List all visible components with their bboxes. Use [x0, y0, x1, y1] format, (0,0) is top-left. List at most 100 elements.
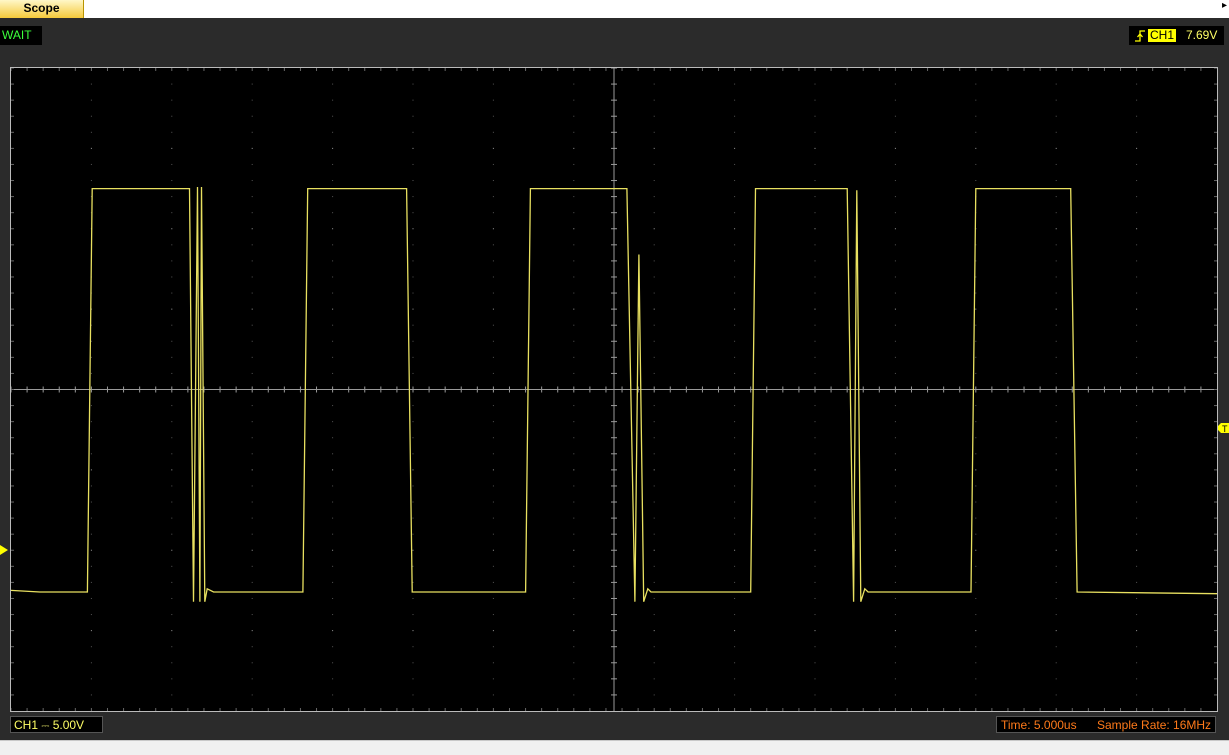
tab-strip: Scope ▸ — [0, 0, 1229, 18]
grid-dot — [171, 469, 173, 471]
grid-minor-dot — [814, 99, 816, 101]
grid-dot — [1136, 549, 1138, 551]
grid-dot — [251, 147, 253, 149]
grid-minor-dot — [734, 646, 736, 648]
grid-minor-dot — [332, 196, 334, 198]
grid-minor-dot — [573, 453, 575, 455]
grid-minor-dot — [894, 244, 896, 246]
grid-dot — [492, 549, 494, 551]
grid-minor-dot — [251, 276, 253, 278]
grid-minor-dot — [171, 485, 173, 487]
grid-minor-dot — [332, 405, 334, 407]
grid-dot — [653, 308, 655, 310]
grid-minor-dot — [894, 581, 896, 583]
channel-level-marker[interactable] — [0, 545, 8, 555]
grid-minor-dot — [653, 196, 655, 198]
grid-minor-dot — [1055, 180, 1057, 182]
grid-dot — [412, 549, 414, 551]
grid-dot — [171, 228, 173, 230]
grid-minor-dot — [814, 437, 816, 439]
grid-dot — [251, 228, 253, 230]
grid-minor-dot — [814, 646, 816, 648]
grid-dot — [734, 630, 736, 632]
grid-minor-dot — [653, 356, 655, 358]
grid-minor-dot — [412, 115, 414, 117]
grid-minor-dot — [90, 694, 92, 696]
grid-minor-dot — [894, 260, 896, 262]
grid-minor-dot — [894, 662, 896, 664]
grid-minor-dot — [332, 180, 334, 182]
grid-minor-dot — [734, 533, 736, 535]
grid-minor-dot — [1136, 517, 1138, 519]
grid-minor-dot — [975, 324, 977, 326]
grid-minor-dot — [171, 99, 173, 101]
grid-minor-dot — [492, 244, 494, 246]
grid-minor-dot — [814, 421, 816, 423]
grid-minor-dot — [573, 163, 575, 165]
grid-minor-dot — [1055, 485, 1057, 487]
grid-minor-dot — [251, 340, 253, 342]
grid-minor-dot — [814, 678, 816, 680]
grid-minor-dot — [894, 180, 896, 182]
grid-minor-dot — [894, 212, 896, 214]
grid-minor-dot — [1136, 421, 1138, 423]
grid-minor-dot — [332, 581, 334, 583]
timebase-info[interactable]: Time: 5.000us Sample Rate: 16MHz — [996, 716, 1216, 733]
trigger-info[interactable]: CH1 7.69V — [1129, 26, 1224, 45]
grid-minor-dot — [573, 421, 575, 423]
grid-minor-dot — [332, 260, 334, 262]
grid-minor-dot — [90, 485, 92, 487]
grid-dot — [412, 147, 414, 149]
grid-minor-dot — [251, 485, 253, 487]
grid-minor-dot — [573, 324, 575, 326]
grid-dot — [975, 630, 977, 632]
grid-minor-dot — [1055, 437, 1057, 439]
grid-dot — [975, 147, 977, 149]
grid-minor-dot — [332, 372, 334, 374]
grid-minor-dot — [894, 646, 896, 648]
grid-minor-dot — [492, 324, 494, 326]
grid-minor-dot — [573, 662, 575, 664]
grid-minor-dot — [975, 437, 977, 439]
grid-dot — [653, 147, 655, 149]
grid-minor-dot — [492, 115, 494, 117]
waveform-plot — [10, 67, 1218, 711]
grid-minor-dot — [332, 501, 334, 503]
grid-dot — [412, 308, 414, 310]
tab-scope[interactable]: Scope — [0, 0, 84, 18]
grid-minor-dot — [171, 83, 173, 85]
grid-minor-dot — [492, 565, 494, 567]
grid-dot — [734, 308, 736, 310]
grid-minor-dot — [251, 694, 253, 696]
grid-minor-dot — [573, 405, 575, 407]
grid-minor-dot — [90, 372, 92, 374]
grid-minor-dot — [90, 646, 92, 648]
grid-minor-dot — [573, 212, 575, 214]
grid-minor-dot — [90, 662, 92, 664]
timebase: Time: 5.000us — [1001, 717, 1077, 734]
channel-info[interactable]: CH1 ⎓ 5.00V — [10, 716, 103, 733]
grid-minor-dot — [492, 597, 494, 599]
grid-dot — [90, 147, 92, 149]
tab-scroll-icon[interactable]: ▸ — [1222, 0, 1227, 12]
grid-minor-dot — [734, 196, 736, 198]
scope-display[interactable] — [10, 67, 1218, 712]
grid-minor-dot — [894, 405, 896, 407]
grid-minor-dot — [653, 581, 655, 583]
grid-dot — [894, 228, 896, 230]
grid-minor-dot — [492, 163, 494, 165]
grid-minor-dot — [653, 678, 655, 680]
grid-dot — [975, 308, 977, 310]
grid-minor-dot — [814, 614, 816, 616]
grid-minor-dot — [90, 614, 92, 616]
grid-dot — [492, 147, 494, 149]
grid-dot — [894, 308, 896, 310]
grid-minor-dot — [251, 324, 253, 326]
grid-minor-dot — [1055, 646, 1057, 648]
grid-minor-dot — [573, 597, 575, 599]
grid-minor-dot — [171, 421, 173, 423]
grid-minor-dot — [412, 405, 414, 407]
grid-minor-dot — [492, 678, 494, 680]
grid-minor-dot — [734, 405, 736, 407]
grid-minor-dot — [492, 196, 494, 198]
